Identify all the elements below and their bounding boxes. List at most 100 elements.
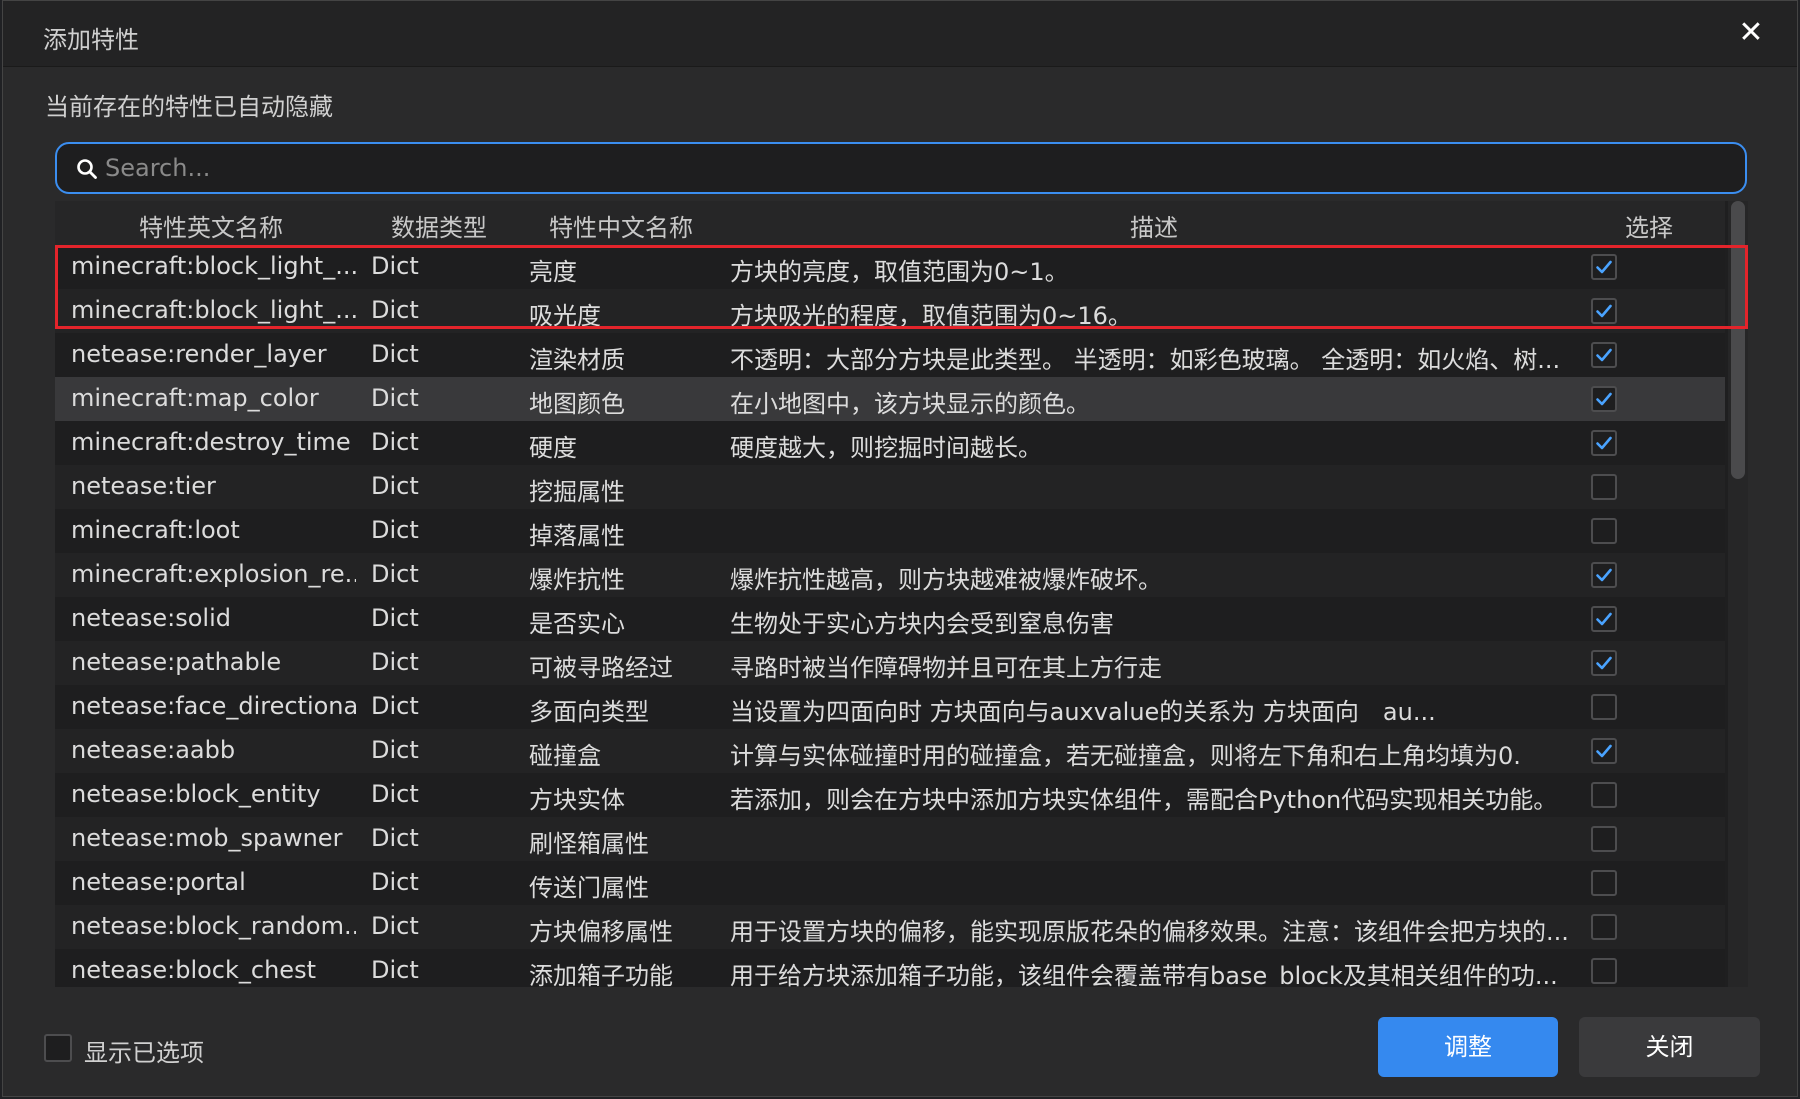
column-header-select[interactable]: 选择 bbox=[1625, 208, 1673, 243]
search-icon bbox=[77, 159, 97, 179]
select-checkbox[interactable] bbox=[1591, 914, 1617, 940]
table-row[interactable]: netease:block_chest Dict 添加箱子功能 用于给方块添加箱子功能… bbox=[55, 949, 1725, 987]
feature-chinese-name: 方块实体 bbox=[529, 786, 625, 814]
select-checkbox[interactable] bbox=[1591, 518, 1617, 544]
feature-chinese-name: 亮度 bbox=[529, 258, 577, 286]
feature-data-type: Dict bbox=[371, 868, 419, 896]
feature-description: 爆炸抗性越高，则方块越难被爆炸破坏。 bbox=[730, 566, 1162, 594]
table-row[interactable]: minecraft:explosion_re... Dict 爆炸抗性 爆炸抗性越高，… bbox=[55, 553, 1725, 597]
feature-description: 当设置为四面向时 方块面向与auxvalue的关系为 方块面向 au... bbox=[730, 698, 1436, 726]
show-selected-checkbox[interactable] bbox=[44, 1034, 72, 1062]
table-row[interactable]: netease:block_random... Dict 方块偏移属性 用于设置方块的… bbox=[55, 905, 1725, 949]
dialog-titlebar: 添加特性 ✕ bbox=[3, 1, 1797, 67]
select-checkbox[interactable] bbox=[1591, 738, 1617, 764]
feature-description: 方块吸光的程度，取值范围为0~16。 bbox=[730, 302, 1132, 330]
table-row[interactable]: netease:render_layer Dict 渲染材质 不透明：大部分方块是此类… bbox=[55, 333, 1725, 377]
table-header: 特性英文名称 数据类型 特性中文名称 描述 选择 bbox=[55, 201, 1725, 245]
feature-data-type: Dict bbox=[371, 824, 419, 852]
scrollbar-thumb[interactable] bbox=[1731, 201, 1745, 479]
table-row[interactable]: minecraft:block_light_... Dict 亮度 方块的亮度，取值范… bbox=[55, 245, 1725, 289]
feature-chinese-name: 挖掘属性 bbox=[529, 478, 625, 506]
feature-english-name: netease:pathable bbox=[71, 648, 282, 676]
table-row[interactable]: netease:portal Dict 传送门属性 bbox=[55, 861, 1725, 905]
feature-description: 生物处于实心方块内会受到窒息伤害 bbox=[730, 610, 1114, 638]
select-checkbox[interactable] bbox=[1591, 870, 1617, 896]
feature-description: 用于给方块添加箱子功能，该组件会覆盖带有base_block及其相关组件的功..… bbox=[730, 962, 1558, 987]
feature-english-name: netease:mob_spawner bbox=[71, 824, 343, 852]
feature-chinese-name: 添加箱子功能 bbox=[529, 962, 673, 987]
feature-data-type: Dict bbox=[371, 560, 419, 588]
feature-data-type: Dict bbox=[371, 252, 419, 280]
select-checkbox[interactable] bbox=[1591, 474, 1617, 500]
feature-data-type: Dict bbox=[371, 340, 419, 368]
select-checkbox[interactable] bbox=[1591, 254, 1617, 280]
close-button[interactable]: 关闭 bbox=[1579, 1017, 1760, 1077]
column-header-data-type[interactable]: 数据类型 bbox=[391, 208, 487, 243]
table-row[interactable]: netease:block_entity Dict 方块实体 若添加，则会在方块中添加… bbox=[55, 773, 1725, 817]
checkmark-icon bbox=[1596, 304, 1612, 318]
select-checkbox[interactable] bbox=[1591, 606, 1617, 632]
select-checkbox[interactable] bbox=[1591, 430, 1617, 456]
feature-english-name: netease:block_random... bbox=[71, 912, 356, 940]
feature-chinese-name: 吸光度 bbox=[529, 302, 601, 330]
checkmark-icon bbox=[1596, 436, 1612, 450]
checkmark-icon bbox=[1596, 392, 1612, 406]
feature-english-name: netease:tier bbox=[71, 472, 216, 500]
feature-english-name: netease:block_entity bbox=[71, 780, 321, 808]
table-row[interactable]: netease:mob_spawner Dict 刷怪箱属性 bbox=[55, 817, 1725, 861]
table-row[interactable]: minecraft:destroy_time Dict 硬度 硬度越大，则挖掘时间越长… bbox=[55, 421, 1725, 465]
select-checkbox[interactable] bbox=[1591, 386, 1617, 412]
table-row[interactable]: netease:aabb Dict 碰撞盒 计算与实体碰撞时用的碰撞盒，若无碰撞盒，则… bbox=[55, 729, 1725, 773]
select-checkbox[interactable] bbox=[1591, 826, 1617, 852]
feature-data-type: Dict bbox=[371, 956, 419, 984]
feature-chinese-name: 是否实心 bbox=[529, 610, 625, 638]
table-row[interactable]: minecraft:map_color Dict 地图颜色 在小地图中，该方块显示的颜… bbox=[55, 377, 1725, 421]
close-icon[interactable]: ✕ bbox=[1733, 15, 1769, 51]
feature-data-type: Dict bbox=[371, 428, 419, 456]
feature-english-name: netease:solid bbox=[71, 604, 231, 632]
table-row[interactable]: netease:tier Dict 挖掘属性 bbox=[55, 465, 1725, 509]
feature-data-type: Dict bbox=[371, 912, 419, 940]
feature-description: 不透明：大部分方块是此类型。 半透明：如彩色玻璃。 全透明：如火焰、树... bbox=[730, 346, 1561, 374]
table-row[interactable]: netease:solid Dict 是否实心 生物处于实心方块内会受到窒息伤害 bbox=[55, 597, 1725, 641]
feature-chinese-name: 碰撞盒 bbox=[529, 742, 601, 770]
table-row[interactable]: netease:pathable Dict 可被寻路经过 寻路时被当作障碍物并且可在其… bbox=[55, 641, 1725, 685]
feature-data-type: Dict bbox=[371, 296, 419, 324]
column-header-description[interactable]: 描述 bbox=[1130, 208, 1178, 243]
select-checkbox[interactable] bbox=[1591, 298, 1617, 324]
table-row[interactable]: minecraft:block_light_... Dict 吸光度 方块吸光的程度，… bbox=[55, 289, 1725, 333]
feature-description: 方块的亮度，取值范围为0~1。 bbox=[730, 258, 1069, 286]
feature-english-name: minecraft:loot bbox=[71, 516, 240, 544]
select-checkbox[interactable] bbox=[1591, 958, 1617, 984]
adjust-button[interactable]: 调整 bbox=[1378, 1017, 1558, 1077]
table-row[interactable]: minecraft:loot Dict 掉落属性 bbox=[55, 509, 1725, 553]
feature-english-name: netease:render_layer bbox=[71, 340, 327, 368]
search-input[interactable] bbox=[105, 150, 1725, 186]
checkmark-icon bbox=[1596, 568, 1612, 582]
feature-chinese-name: 地图颜色 bbox=[529, 390, 625, 418]
feature-english-name: netease:face_directional bbox=[71, 692, 356, 720]
select-checkbox[interactable] bbox=[1591, 342, 1617, 368]
select-checkbox[interactable] bbox=[1591, 782, 1617, 808]
feature-data-type: Dict bbox=[371, 780, 419, 808]
checkmark-icon bbox=[1596, 656, 1612, 670]
feature-data-type: Dict bbox=[371, 648, 419, 676]
feature-chinese-name: 爆炸抗性 bbox=[529, 566, 625, 594]
feature-english-name: minecraft:map_color bbox=[71, 384, 319, 412]
feature-english-name: netease:portal bbox=[71, 868, 246, 896]
select-checkbox[interactable] bbox=[1591, 650, 1617, 676]
feature-chinese-name: 多面向类型 bbox=[529, 698, 649, 726]
feature-chinese-name: 刷怪箱属性 bbox=[529, 830, 649, 858]
select-checkbox[interactable] bbox=[1591, 694, 1617, 720]
checkmark-icon bbox=[1596, 612, 1612, 626]
hidden-features-hint: 当前存在的特性已自动隐藏 bbox=[45, 93, 333, 121]
checkmark-icon bbox=[1596, 260, 1612, 274]
search-box[interactable] bbox=[55, 142, 1747, 194]
checkmark-icon bbox=[1596, 348, 1612, 362]
table-scrollbar[interactable] bbox=[1728, 201, 1748, 987]
feature-data-type: Dict bbox=[371, 472, 419, 500]
select-checkbox[interactable] bbox=[1591, 562, 1617, 588]
column-header-chinese-name[interactable]: 特性中文名称 bbox=[549, 208, 693, 243]
column-header-english-name[interactable]: 特性英文名称 bbox=[139, 208, 283, 243]
table-row[interactable]: netease:face_directional Dict 多面向类型 当设置为四面向… bbox=[55, 685, 1725, 729]
